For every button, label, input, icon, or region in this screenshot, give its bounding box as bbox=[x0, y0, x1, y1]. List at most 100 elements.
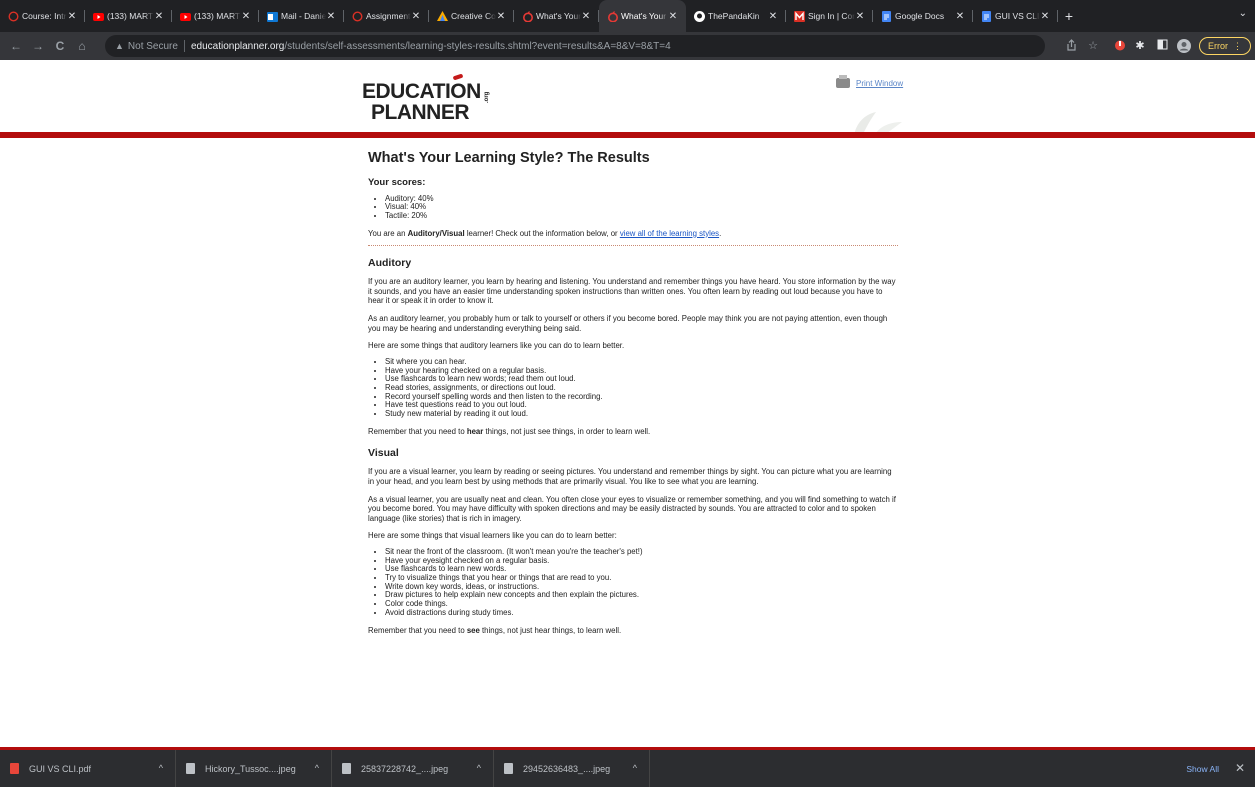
download-filename: GUI VS CLI.pdf bbox=[29, 763, 92, 774]
youtube-icon bbox=[93, 11, 104, 22]
profile-error-button[interactable]: Error ⋮ bbox=[1199, 37, 1251, 55]
tab-close-icon[interactable]: ✕ bbox=[955, 11, 965, 22]
apple-icon bbox=[607, 11, 618, 22]
tab-5[interactable]: Creative Cor ✕ bbox=[429, 0, 514, 32]
remember-bold: see bbox=[466, 625, 480, 635]
download-items: GUI VS CLI.pdf ^ Hickory_Tussoc....jpeg ^ 25… bbox=[0, 750, 650, 787]
logo-org: .org bbox=[484, 91, 490, 103]
logo-text-b: N bbox=[466, 80, 481, 103]
results-content: What's Your Learning Style? The Results … bbox=[368, 138, 898, 635]
tab-9[interactable]: Sign In | Con ✕ bbox=[786, 0, 873, 32]
web-page: EDUCATI ON PLANNER .org Print Window What… bbox=[0, 60, 1255, 747]
error-label: Error bbox=[1208, 41, 1228, 51]
tab-title: Google Docs bbox=[895, 11, 945, 21]
tab-title: Mail - Daniel bbox=[281, 11, 326, 21]
tab-6[interactable]: What's Your ✕ bbox=[514, 0, 599, 32]
star-icon[interactable]: ☆ bbox=[1086, 39, 1100, 53]
tab-title: ThePandaKin bbox=[708, 11, 760, 21]
tab-7[interactable]: What's Your ✕ bbox=[599, 0, 686, 32]
show-all-button[interactable]: Show All bbox=[1186, 764, 1219, 774]
tab-close-icon[interactable]: ✕ bbox=[154, 11, 164, 22]
tab-search-button[interactable]: ⌄ bbox=[1239, 8, 1247, 19]
page-title: What's Your Learning Style? The Results bbox=[368, 150, 650, 166]
chevron-up-icon[interactable]: ^ bbox=[159, 763, 163, 773]
docs-icon bbox=[981, 11, 992, 22]
share-icon[interactable] bbox=[1064, 39, 1078, 53]
tab-title: GUI VS CLI - bbox=[995, 11, 1040, 21]
tab-11[interactable]: GUI VS CLI - ✕ bbox=[973, 0, 1058, 32]
extension-red-icon[interactable] bbox=[1113, 39, 1127, 53]
scores-heading: Your scores: bbox=[368, 177, 426, 188]
tab-close-icon[interactable]: ✕ bbox=[1040, 11, 1050, 22]
tab-10[interactable]: Google Docs ✕ bbox=[873, 0, 973, 32]
print-window-label: Print Window bbox=[856, 78, 904, 88]
tab-separator bbox=[1057, 10, 1058, 22]
tab-strip: Course: Intro ✕ (133) MARTI ✕ (133) MARTI ✕ Ma… bbox=[0, 0, 1255, 32]
auditory-paragraph-2: As an auditory learner, you probably hum… bbox=[368, 314, 888, 333]
tab-0[interactable]: Course: Intro ✕ bbox=[0, 0, 85, 32]
tab-close-icon[interactable]: ✕ bbox=[326, 11, 336, 22]
tab-close-icon[interactable]: ✕ bbox=[241, 11, 251, 22]
printer-icon bbox=[836, 75, 850, 88]
outlook-icon bbox=[267, 11, 278, 22]
sidepanel-icon[interactable] bbox=[1155, 39, 1169, 53]
tab-8[interactable]: ThePandaKin ✕ bbox=[686, 0, 786, 32]
url-host: educationplanner.org bbox=[190, 40, 285, 52]
print-window-link[interactable]: Print Window bbox=[836, 75, 904, 88]
chevron-up-icon[interactable]: ^ bbox=[477, 763, 481, 773]
list-item: Draw pictures to help explain new concep… bbox=[385, 591, 898, 600]
close-downloads-button[interactable]: ✕ bbox=[1235, 761, 1245, 775]
remember-pre: Remember that you need to bbox=[368, 625, 467, 635]
view-all-styles-link[interactable]: view all of the learning styles bbox=[620, 229, 719, 238]
download-item[interactable]: 25837228742_....jpeg ^ bbox=[332, 750, 494, 787]
chevron-up-icon[interactable]: ^ bbox=[633, 763, 637, 773]
creative-commons-icon bbox=[437, 11, 448, 22]
reload-button[interactable]: C bbox=[52, 38, 68, 54]
auditory-heading: Auditory bbox=[368, 257, 412, 270]
tab-close-icon[interactable]: ✕ bbox=[855, 11, 865, 22]
tab-close-icon[interactable]: ✕ bbox=[581, 11, 591, 22]
tab-2[interactable]: (133) MARTI ✕ bbox=[172, 0, 259, 32]
download-item[interactable]: Hickory_Tussoc....jpeg ^ bbox=[176, 750, 332, 787]
forward-button[interactable]: → bbox=[30, 38, 46, 54]
logo-line-2: PLANNER bbox=[371, 101, 470, 124]
new-tab-button[interactable]: + bbox=[1058, 0, 1080, 32]
tab-close-icon[interactable]: ✕ bbox=[411, 11, 421, 22]
list-item: Auditory: 40% bbox=[385, 194, 898, 204]
profile-icon[interactable] bbox=[1177, 39, 1191, 53]
tab-3[interactable]: Mail - Daniel ✕ bbox=[259, 0, 344, 32]
youtube-icon bbox=[180, 11, 191, 22]
visual-remember: Remember that you need to see things, no… bbox=[368, 626, 898, 636]
apple-icon bbox=[522, 11, 533, 22]
summary-text: You are an Auditory/Visual learner! Chec… bbox=[368, 229, 898, 239]
download-filename: 29452636483_....jpeg bbox=[523, 763, 611, 774]
separator bbox=[183, 40, 185, 52]
tab-close-icon[interactable]: ✕ bbox=[496, 11, 506, 22]
tab-close-icon[interactable]: ✕ bbox=[768, 11, 778, 22]
tab-title: Assignment bbox=[366, 11, 411, 21]
home-button[interactable]: ⌂ bbox=[74, 38, 90, 54]
url-path: /students/self-assessments/learning-styl… bbox=[284, 40, 671, 52]
tab-close-icon[interactable]: ✕ bbox=[67, 11, 77, 22]
download-item[interactable]: GUI VS CLI.pdf ^ bbox=[0, 750, 176, 787]
chevron-up-icon[interactable]: ^ bbox=[315, 763, 319, 773]
back-button[interactable]: ← bbox=[8, 38, 24, 54]
puzzle-icon[interactable]: ✱ bbox=[1133, 39, 1147, 53]
tab-title: Sign In | Con bbox=[808, 11, 855, 21]
education-planner-logo[interactable]: EDUCATI ON PLANNER .org bbox=[362, 73, 502, 124]
tab-1[interactable]: (133) MARTI ✕ bbox=[85, 0, 172, 32]
tab-title: What's Your bbox=[621, 11, 667, 21]
tab-4[interactable]: Assignment ✕ bbox=[344, 0, 429, 32]
summary-pre: You are an bbox=[368, 228, 408, 238]
tab-title: Creative Cor bbox=[451, 11, 496, 21]
scores-list: Auditory: 40%Visual: 40%Tactile: 20% bbox=[385, 194, 898, 221]
warning-icon[interactable]: ▲ bbox=[115, 41, 124, 51]
image-file-icon bbox=[504, 763, 513, 774]
visual-paragraph-1: If you are a visual learner, you learn b… bbox=[368, 467, 892, 486]
leaf-decoration bbox=[854, 112, 902, 136]
tab-close-icon[interactable]: ✕ bbox=[668, 11, 678, 22]
logo-text-a: EDUCATI bbox=[362, 80, 451, 103]
download-item[interactable]: 29452636483_....jpeg ^ bbox=[494, 750, 650, 787]
list-item: Tactile: 20% bbox=[385, 211, 898, 221]
address-bar[interactable]: ▲ Not Secure educationplanner.org/studen… bbox=[105, 35, 1045, 57]
